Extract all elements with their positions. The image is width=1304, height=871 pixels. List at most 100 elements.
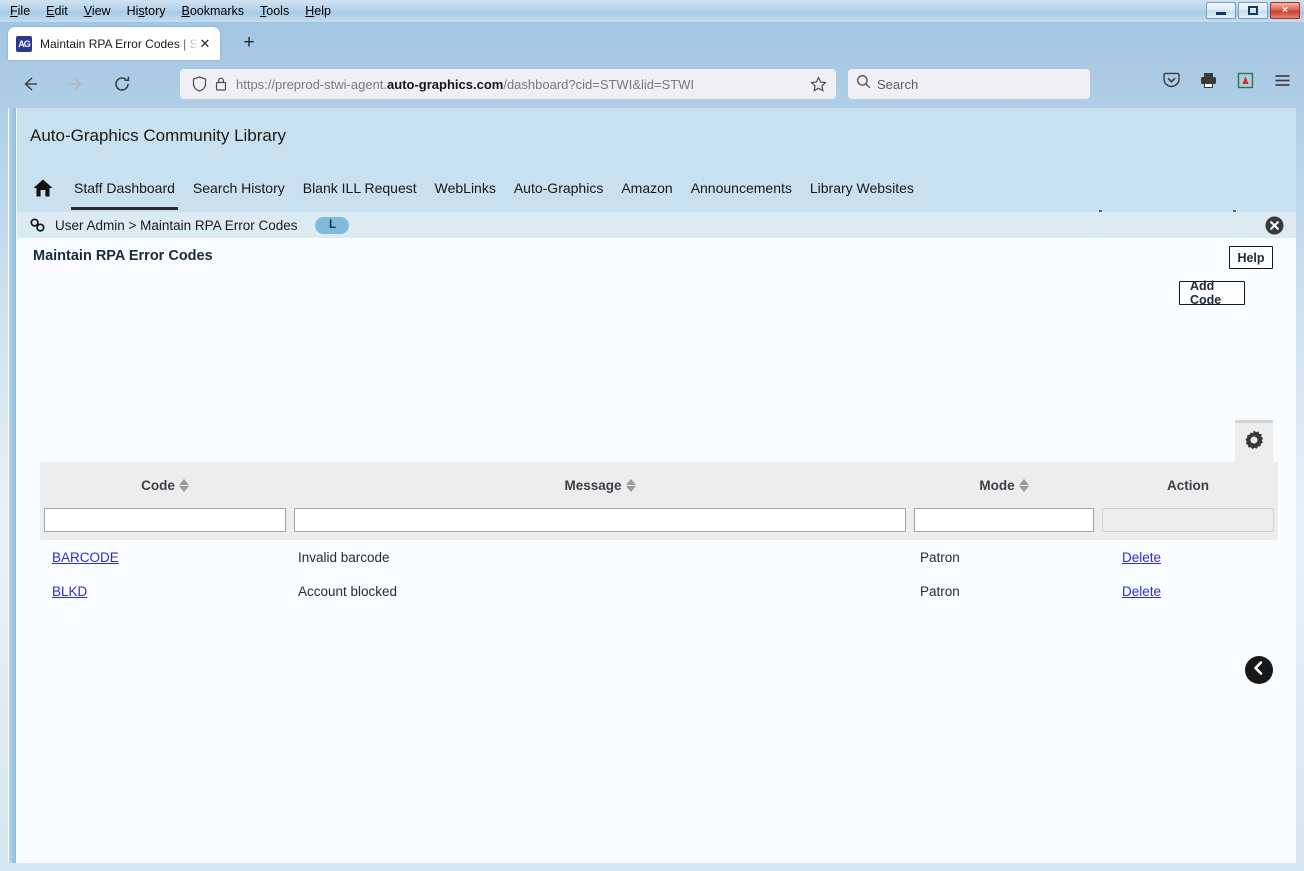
title-bar: FFileile Edit View History Bookmarks Too…	[0, 0, 1304, 22]
gear-icon	[1243, 429, 1265, 456]
filter-input-message[interactable]	[294, 508, 906, 532]
delete-link[interactable]: Delete	[1122, 550, 1161, 565]
cell-mode: Patron	[920, 549, 960, 565]
hamburger-menu-icon[interactable]	[1273, 71, 1292, 95]
cell-message: Invalid barcode	[298, 549, 390, 565]
browser-tab[interactable]: AG Maintain RPA Error Codes | STW ✕	[8, 27, 220, 60]
menu-bar: FFileile Edit View History Bookmarks Too…	[0, 0, 331, 22]
menu-tools[interactable]: Tools	[260, 4, 289, 18]
new-tab-button[interactable]: +	[238, 33, 260, 55]
main-navigation: Staff Dashboard Search History Blank ILL…	[17, 164, 1296, 250]
column-header-action: Action	[1098, 462, 1278, 508]
rpa-error-codes-table: Code Message Mode Action BARCODE Invalid…	[40, 462, 1278, 608]
nav-item-blank-ill-request[interactable]: Blank ILL Request	[294, 180, 426, 196]
column-header-message[interactable]: Message	[290, 462, 910, 508]
maximize-button[interactable]	[1238, 2, 1268, 19]
close-icon[interactable]: ✕	[198, 36, 212, 52]
forward-arrow-icon	[60, 68, 92, 100]
back-navigation-button[interactable]	[1245, 656, 1273, 684]
star-icon[interactable]	[808, 75, 828, 93]
close-icon: ×	[1282, 5, 1288, 16]
nav-item-search-history[interactable]: Search History	[184, 180, 294, 196]
url-suffix: /dashboard?cid=STWI&lid=STWI	[503, 76, 695, 92]
nav-item-announcements[interactable]: Announcements	[682, 180, 801, 196]
print-icon[interactable]	[1199, 71, 1218, 95]
minimize-button[interactable]	[1206, 2, 1236, 19]
filter-input-code[interactable]	[44, 508, 286, 532]
code-link[interactable]: BARCODE	[52, 550, 119, 565]
pocket-icon[interactable]	[1162, 71, 1181, 95]
browser-toolbar-right	[1162, 71, 1292, 95]
nav-item-staff-dashboard[interactable]: Staff Dashboard	[65, 180, 184, 210]
app-header: Auto-Graphics Community Library	[17, 108, 1296, 164]
nav-item-weblinks[interactable]: WebLinks	[426, 180, 505, 196]
filter-input-mode[interactable]	[914, 508, 1094, 532]
page-viewport: Auto-Graphics Community Library A All He…	[8, 108, 1296, 863]
vertical-scrollbar[interactable]	[9, 108, 16, 863]
browser-window: FFileile Edit View History Bookmarks Too…	[0, 0, 1304, 871]
tab-strip: AG Maintain RPA Error Codes | STW ✕ +	[0, 22, 1304, 60]
search-icon	[856, 74, 871, 94]
address-bar[interactable]: https://preprod-stwi-agent.auto-graphics…	[180, 69, 836, 99]
code-link[interactable]: BLKD	[52, 584, 87, 599]
cell-mode: Patron	[920, 583, 960, 599]
grid-settings-button[interactable]	[1235, 423, 1273, 462]
shield-icon[interactable]	[188, 76, 210, 92]
close-button[interactable]: ×	[1270, 2, 1300, 19]
breadcrumb-bar: User Admin > Maintain RPA Error Codes L	[17, 212, 1296, 238]
table-filter-row	[40, 508, 1278, 540]
table-row[interactable]: BARCODE Invalid barcode Patron Delete	[40, 540, 1278, 574]
app-brand-title: Auto-Graphics Community Library	[30, 126, 287, 145]
ag-favicon: AG	[16, 35, 32, 52]
extension-icon[interactable]	[1236, 71, 1255, 95]
menu-view[interactable]: View	[84, 4, 111, 18]
breadcrumb[interactable]: User Admin > Maintain RPA Error Codes	[55, 218, 297, 233]
chain-link-icon	[27, 217, 49, 233]
url-text[interactable]: https://preprod-stwi-agent.auto-graphics…	[232, 77, 808, 92]
filter-cell-code	[40, 508, 290, 540]
sort-icon[interactable]	[625, 478, 636, 492]
browser-search-placeholder: Search	[877, 76, 919, 92]
breadcrumb-level-pill[interactable]: L	[315, 216, 350, 234]
filter-cell-action	[1098, 508, 1278, 540]
nav-item-auto-graphics[interactable]: Auto-Graphics	[505, 180, 612, 196]
page-content: Maintain RPA Error Codes Help Add Code C…	[17, 238, 1296, 863]
filter-cell-message	[290, 508, 910, 540]
close-circle-icon[interactable]	[1265, 216, 1284, 240]
column-header-mode[interactable]: Mode	[910, 462, 1098, 508]
url-domain: auto-graphics.com	[387, 76, 504, 92]
sort-icon[interactable]	[178, 478, 189, 492]
table-header-row: Code Message Mode Action	[40, 462, 1278, 508]
help-button[interactable]: Help	[1229, 246, 1273, 269]
page-title: Maintain RPA Error Codes	[33, 248, 213, 264]
menu-file[interactable]: FFileile	[10, 4, 30, 18]
window-controls: ×	[1206, 2, 1300, 19]
nav-item-library-websites[interactable]: Library Websites	[801, 180, 923, 196]
cell-message: Account blocked	[298, 583, 398, 599]
cell-code: BLKD	[40, 574, 290, 608]
minimize-icon	[1216, 12, 1226, 15]
home-icon[interactable]	[31, 178, 55, 198]
table-row[interactable]: BLKD Account blocked Patron Delete	[40, 574, 1278, 608]
cell-action: Delete	[1098, 540, 1278, 574]
reload-icon[interactable]	[106, 68, 138, 100]
column-header-mode-label: Mode	[979, 477, 1015, 493]
nav-item-amazon[interactable]: Amazon	[612, 180, 681, 196]
sort-icon[interactable]	[1018, 478, 1029, 492]
menu-edit[interactable]: Edit	[46, 4, 68, 18]
padlock-icon[interactable]	[210, 76, 232, 92]
menu-bookmarks[interactable]: Bookmarks	[182, 4, 245, 18]
browser-search-bar[interactable]: Search	[848, 69, 1090, 99]
cell-action: Delete	[1098, 574, 1278, 608]
menu-history[interactable]: History	[127, 4, 166, 18]
delete-link[interactable]: Delete	[1122, 584, 1161, 599]
table-body: BARCODE Invalid barcode Patron Delete BL…	[40, 508, 1278, 608]
column-header-message-label: Message	[564, 477, 622, 493]
filter-cell-mode	[910, 508, 1098, 540]
maximize-icon	[1248, 6, 1258, 15]
column-header-code[interactable]: Code	[40, 462, 290, 508]
menu-help[interactable]: Help	[305, 4, 331, 18]
filter-action-placeholder	[1102, 508, 1274, 532]
add-code-button[interactable]: Add Code	[1179, 279, 1245, 307]
back-arrow-icon[interactable]	[14, 68, 46, 100]
